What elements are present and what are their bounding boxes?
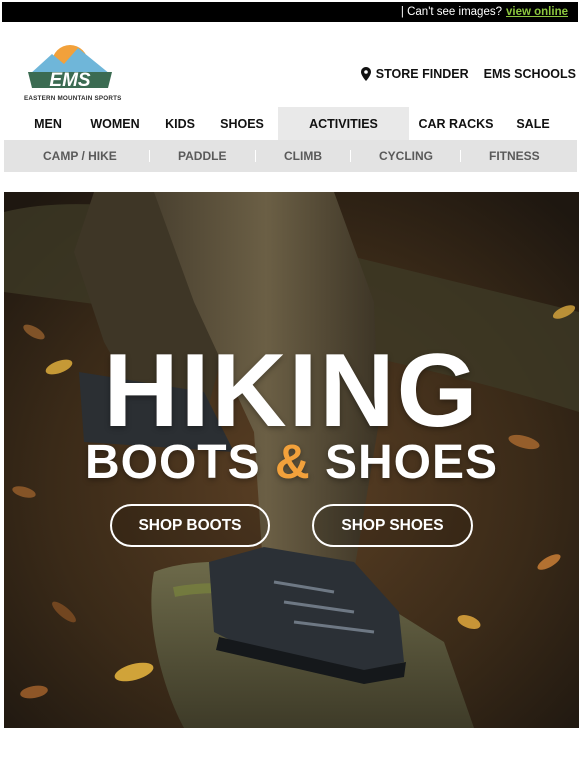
store-finder-label: STORE FINDER xyxy=(375,67,469,81)
subnav-divider xyxy=(460,150,461,162)
nav-item-kids[interactable]: KIDS xyxy=(156,107,204,140)
store-finder-link[interactable]: STORE FINDER xyxy=(360,67,469,81)
nav-item-women[interactable]: WOMEN xyxy=(84,107,146,140)
shop-shoes-button[interactable]: SHOP SHOES xyxy=(312,504,473,547)
header: EMS EASTERN MOUNTAIN SPORTS STORE FINDER… xyxy=(0,22,580,107)
nav-item-shoes[interactable]: SHOES xyxy=(212,107,272,140)
subnav-divider xyxy=(255,150,256,162)
hero-subtitle-boots: BOOTS xyxy=(84,436,261,489)
nav-item-activities[interactable]: ACTIVITIES xyxy=(278,107,409,140)
subnav-divider xyxy=(350,150,351,162)
view-online-link[interactable]: view online xyxy=(506,6,568,18)
subnav-divider xyxy=(149,150,150,162)
hero-title: HIKING xyxy=(103,333,480,449)
nav-item-men[interactable]: MEN xyxy=(22,107,74,140)
logo-tagline: EASTERN MOUNTAIN SPORTS xyxy=(24,95,122,102)
main-nav: MEN WOMEN KIDS SHOES ACTIVITIES CAR RACK… xyxy=(0,107,580,140)
header-links: STORE FINDER EMS SCHOOLS xyxy=(360,67,576,81)
hero-banner[interactable]: HIKING BOOTS & SHOES SHOP BOOTS SHOP SHO… xyxy=(4,192,579,728)
nav-item-car-racks[interactable]: CAR RACKS xyxy=(414,107,498,140)
subnav-item-camp-hike[interactable]: CAMP / HIKE xyxy=(43,140,117,172)
hero-subtitle-ampersand: & xyxy=(274,436,311,489)
images-notice: | Can't see images? xyxy=(400,6,502,18)
map-pin-icon xyxy=(360,67,371,81)
ems-schools-link[interactable]: EMS SCHOOLS xyxy=(484,67,576,81)
nav-item-sale[interactable]: SALE xyxy=(506,107,560,140)
subnav-item-cycling[interactable]: CYCLING xyxy=(379,140,433,172)
subnav-item-fitness[interactable]: FITNESS xyxy=(489,140,540,172)
hero-subtitle-shoes: SHOES xyxy=(324,436,499,489)
shop-boots-button[interactable]: SHOP BOOTS xyxy=(110,504,270,547)
svg-text:EMS: EMS xyxy=(49,70,91,91)
sub-nav: CAMP / HIKE PADDLE CLIMB CYCLING FITNESS xyxy=(4,140,577,172)
hero-subtitle: BOOTS & SHOES xyxy=(4,436,579,490)
subnav-item-paddle[interactable]: PADDLE xyxy=(178,140,226,172)
subnav-item-climb[interactable]: CLIMB xyxy=(284,140,322,172)
top-bar: | Can't see images? view online xyxy=(2,2,578,22)
